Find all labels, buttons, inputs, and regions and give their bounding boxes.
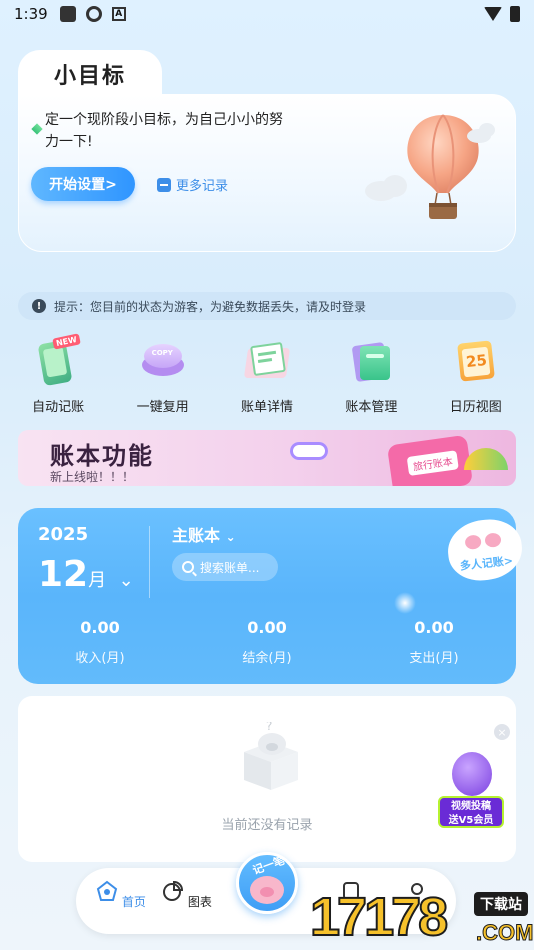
income-stat: 0.00 收入(月): [40, 618, 160, 666]
calendar-day: 25: [464, 350, 488, 372]
ledger-summary-card: 2025 12月 ⌄ 主账本 ⌄ 搜索账单... 多人记账> 0.00 收入(月…: [18, 508, 525, 684]
feature-label: 日历视图: [449, 400, 502, 415]
record-list-icon: [157, 177, 171, 192]
balance-value: 0.00: [247, 618, 287, 637]
site-watermark: 17178 下载站 .COM: [306, 884, 534, 950]
empty-box-pig-icon: ?: [244, 722, 298, 790]
feature-ledger-management[interactable]: 账本管理: [321, 336, 421, 415]
copy-button-icon: COPY: [138, 336, 188, 386]
tab-home[interactable]: 首页: [96, 880, 146, 910]
start-setting-button[interactable]: 开始设置>: [31, 167, 135, 201]
ledger-book-icon: [346, 336, 396, 386]
pig-icon: [250, 876, 284, 904]
balance-stat: 0.00 结余(月): [207, 618, 327, 666]
airplane-icon: [290, 442, 328, 460]
phone-icon: NEW: [33, 333, 83, 387]
feature-bill-detail[interactable]: 账单详情: [217, 336, 317, 415]
expense-value: 0.00: [414, 618, 454, 637]
sync-icon: [85, 6, 102, 22]
app-notification-icon: [59, 6, 76, 22]
year-label: 2025: [38, 524, 89, 545]
cloud-decoration: [383, 175, 407, 197]
promo-line1: 视频投稿: [451, 801, 491, 812]
banner-title: 账本功能: [50, 442, 154, 470]
expense-label: 支出(月): [409, 651, 459, 666]
balance-label: 结余(月): [242, 651, 292, 666]
watermark-number: 17178: [309, 886, 449, 948]
battery-icon: [510, 6, 520, 22]
banner-subtitle: 新上线啦！！！: [50, 470, 135, 484]
sparkle-decoration: [394, 592, 416, 614]
expense-stat: 0.00 支出(月): [374, 618, 494, 666]
month-unit: 月: [88, 570, 107, 591]
goal-title: 小目标: [53, 64, 126, 89]
bill-detail-icon: [242, 336, 292, 386]
feature-label: 自动记账: [32, 400, 85, 415]
calendar-icon: 25: [451, 336, 501, 386]
info-icon: !: [32, 299, 46, 313]
income-label: 收入(月): [75, 651, 125, 666]
video-submission-promo[interactable]: × 视频投稿 送V5会员: [438, 724, 510, 832]
search-icon: [182, 561, 194, 573]
more-records-label: 更多记录: [176, 179, 229, 194]
multi-user-bookkeeping-button[interactable]: 多人记账>: [445, 516, 525, 584]
vip-promo-badge: 视频投稿 送V5会员: [438, 796, 504, 828]
beach-umbrella-icon: [464, 448, 508, 470]
ledger-feature-banner[interactable]: 账本功能 新上线啦！！！ 旅行账本: [18, 430, 516, 486]
ledger-book-name: 主账本: [172, 526, 221, 545]
watermark-domain: .COM: [475, 920, 534, 946]
feature-one-click-reuse[interactable]: COPY 一键复用: [113, 336, 213, 415]
svg-text:?: ?: [266, 722, 272, 733]
more-records-link[interactable]: 更多记录: [157, 175, 228, 194]
tab-chart-label: 图表: [187, 895, 212, 909]
month-number: 12: [38, 554, 89, 595]
chevron-down-icon: ⌄: [118, 570, 134, 591]
home-icon: [96, 880, 118, 901]
a-notification-icon: A: [111, 7, 126, 21]
feature-grid: NEW 自动记账 COPY 一键复用 账单详情 账本管理 25 日历视图: [0, 333, 534, 415]
month-selector[interactable]: 12月 ⌄: [38, 554, 134, 595]
guest-tip-bar[interactable]: ! 提示：您目前的状态为游客，为避免数据丢失，请及时登录: [18, 292, 516, 320]
divider: [149, 526, 150, 598]
income-value: 0.00: [80, 618, 120, 637]
watermark-tag: 下载站: [474, 892, 528, 916]
goal-title-tab: 小目标: [18, 50, 162, 98]
chevron-down-icon: ⌄: [225, 530, 236, 544]
goal-description: 定一个现阶段小目标，为自己小小的努力一下!: [45, 112, 283, 150]
pig-icon: [484, 532, 502, 548]
guest-tip-text: 提示：您目前的状态为游客，为避免数据丢失，请及时登录: [54, 299, 367, 314]
records-empty-state: ? 当前还没有记录 × 视频投稿 送V5会员: [18, 696, 516, 862]
status-bar: 1:39 A: [0, 0, 534, 28]
feature-auto-bookkeeping[interactable]: NEW 自动记账: [8, 333, 108, 415]
diamond-icon: [31, 123, 43, 135]
copy-text: COPY: [151, 349, 173, 357]
close-icon[interactable]: ×: [494, 724, 510, 740]
bill-search-input[interactable]: 搜索账单...: [172, 553, 278, 581]
new-badge: NEW: [52, 333, 82, 350]
pie-chart-icon: [163, 880, 184, 901]
goal-card: 定一个现阶段小目标，为自己小小的努力一下! 开始设置> 更多记录: [18, 94, 516, 252]
search-placeholder: 搜索账单...: [200, 560, 260, 575]
tab-chart[interactable]: 图表: [162, 880, 212, 910]
feature-label: 账单详情: [240, 400, 293, 415]
feature-label: 一键复用: [136, 400, 189, 415]
promo-line2: 送V5会员: [448, 815, 494, 826]
gift-icon: [452, 752, 492, 796]
feature-label: 账本管理: [345, 400, 398, 415]
travel-ledger-label: 旅行账本: [406, 450, 459, 476]
cloud-decoration: [479, 123, 495, 137]
feature-calendar-view[interactable]: 25 日历视图: [426, 336, 526, 415]
status-time: 1:39: [14, 5, 48, 23]
travel-ledger-card: 旅行账本: [386, 434, 474, 486]
ledger-book-selector[interactable]: 主账本 ⌄: [172, 522, 236, 546]
multi-user-label: 多人记账>: [459, 554, 514, 573]
wifi-icon: [484, 7, 502, 21]
tab-home-label: 首页: [121, 895, 146, 909]
pig-icon: [464, 534, 482, 550]
